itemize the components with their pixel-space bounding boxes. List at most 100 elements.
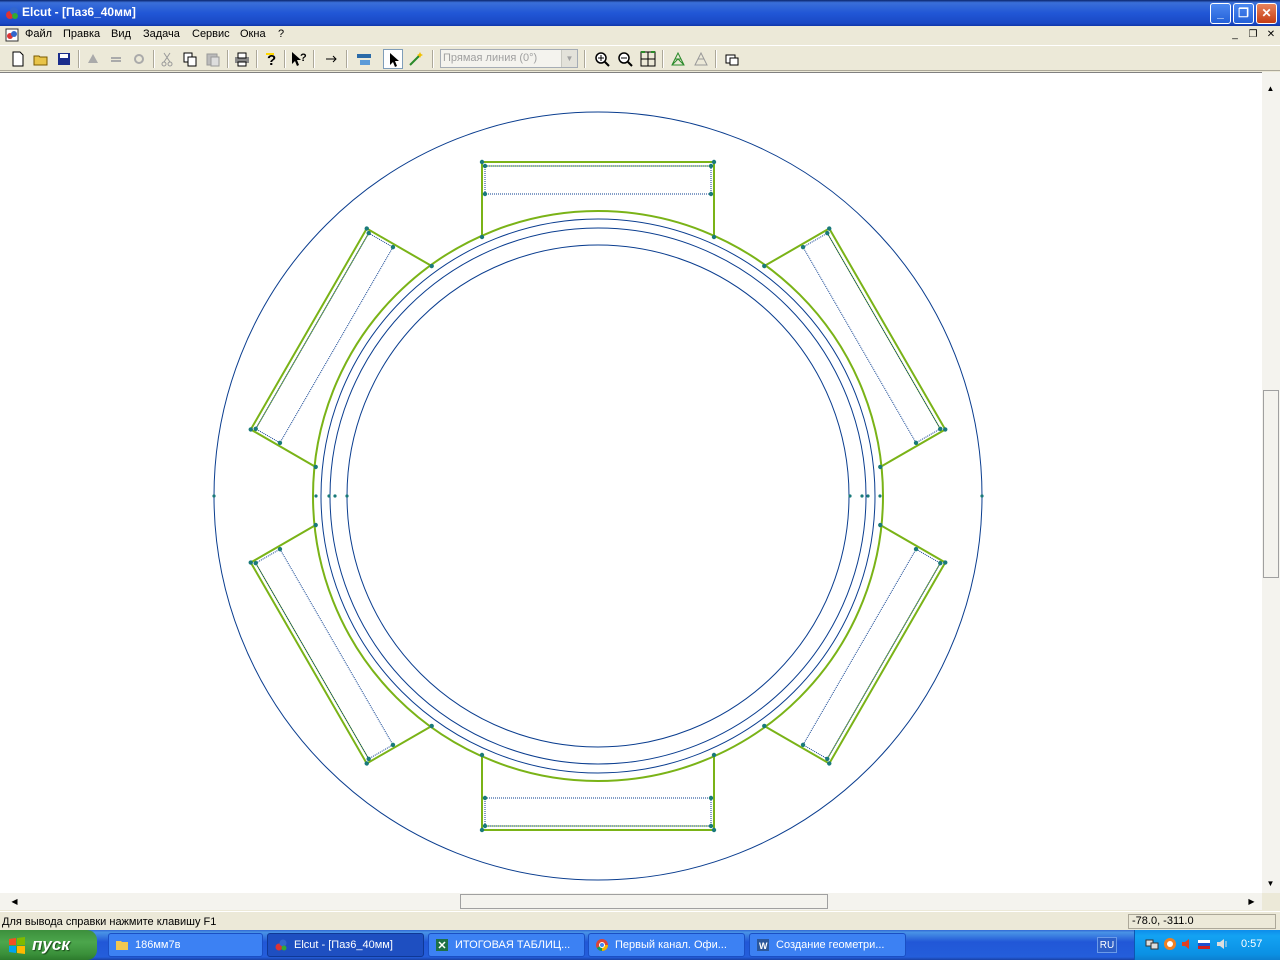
paste-icon[interactable] bbox=[203, 49, 223, 69]
slot-wall bbox=[763, 227, 947, 468]
vertex-point bbox=[479, 159, 485, 165]
word-icon: W bbox=[757, 939, 769, 951]
vertex-point bbox=[479, 752, 485, 758]
vertex-point bbox=[479, 827, 485, 833]
vertex-point bbox=[708, 191, 714, 197]
elcut-app-icon bbox=[6, 7, 18, 19]
task-elcut[interactable]: Elcut - [Паз6_40мм] bbox=[267, 933, 424, 957]
vertex-point bbox=[860, 494, 864, 498]
svg-text:W: W bbox=[759, 941, 768, 951]
clock: 0:57 bbox=[1241, 938, 1263, 950]
title-bar[interactable]: Elcut - [Паз6_40мм] _ ❐ ✕ bbox=[0, 0, 1280, 26]
zoom-out-icon[interactable] bbox=[615, 49, 635, 69]
start-button[interactable]: пуск bbox=[0, 930, 97, 960]
menu-edit[interactable]: Правка bbox=[63, 28, 100, 40]
arrow-icon[interactable] bbox=[322, 49, 342, 69]
task-folder[interactable]: 186мм7в bbox=[108, 933, 263, 957]
vertex-point bbox=[479, 234, 485, 240]
help-icon[interactable]: ? bbox=[261, 49, 281, 69]
copy-icon[interactable] bbox=[180, 49, 200, 69]
cursor-coordinates: -78.0, -311.0 bbox=[1128, 914, 1276, 929]
tool-b-icon[interactable] bbox=[106, 49, 126, 69]
slot-wall bbox=[481, 161, 715, 237]
close-button[interactable]: ✕ bbox=[1256, 3, 1277, 24]
open-icon[interactable] bbox=[31, 49, 51, 69]
excel-icon bbox=[436, 939, 448, 951]
menu-service[interactable]: Сервис bbox=[192, 28, 230, 40]
vertex-point bbox=[345, 494, 349, 498]
menu-view[interactable]: Вид bbox=[111, 28, 131, 40]
window-title: Elcut - [Паз6_40мм] bbox=[22, 5, 136, 19]
start-label: пуск bbox=[32, 935, 70, 954]
wand-icon[interactable] bbox=[406, 49, 426, 69]
save-icon[interactable] bbox=[54, 49, 74, 69]
scroll-up-icon[interactable]: ▲ bbox=[1262, 80, 1279, 97]
scroll-right-icon[interactable]: ▶ bbox=[1243, 893, 1260, 910]
status-bar: Для вывода справки нажмите клавишу F1 -7… bbox=[0, 911, 1280, 931]
maximize-button[interactable]: ❐ bbox=[1233, 3, 1254, 24]
doc-minimize-button[interactable]: _ bbox=[1227, 28, 1243, 42]
slot-wall bbox=[763, 524, 947, 765]
language-indicator[interactable]: RU bbox=[1097, 937, 1117, 953]
vertex-point bbox=[482, 191, 488, 197]
task-excel[interactable]: ИТОГОВАЯ ТАБЛИЦ... bbox=[428, 933, 585, 957]
select-icon[interactable] bbox=[383, 49, 403, 69]
coil-region bbox=[484, 165, 712, 195]
coil-region bbox=[802, 232, 941, 444]
vertex-point bbox=[212, 494, 216, 498]
task-word[interactable]: W Создание геометри... bbox=[749, 933, 906, 957]
chevron-down-icon[interactable]: ▼ bbox=[561, 50, 577, 67]
menu-file[interactable]: Файл bbox=[25, 28, 52, 40]
geometry-canvas[interactable] bbox=[0, 72, 1262, 893]
menu-task[interactable]: Задача bbox=[143, 28, 180, 40]
zoom-in-icon[interactable] bbox=[592, 49, 612, 69]
mesh-remove-icon[interactable] bbox=[691, 49, 711, 69]
geometry-drawing bbox=[212, 111, 984, 881]
line-type-value: Прямая линия (0°) bbox=[443, 52, 538, 64]
speaker-alert-icon[interactable] bbox=[1180, 937, 1194, 951]
network-icon[interactable] bbox=[1145, 937, 1159, 951]
russian-flag-icon[interactable] bbox=[1197, 937, 1211, 951]
window-icon[interactable] bbox=[722, 49, 742, 69]
elcut-icon bbox=[275, 939, 287, 951]
print-icon[interactable] bbox=[232, 49, 252, 69]
vertex-point bbox=[482, 823, 488, 829]
antivirus-icon[interactable] bbox=[1163, 937, 1177, 951]
task-chrome[interactable]: Первый канал. Офи... bbox=[588, 933, 745, 957]
volume-icon[interactable] bbox=[1215, 937, 1229, 951]
line-type-select[interactable]: Прямая линия (0°) ▼ bbox=[440, 49, 578, 68]
tool-a-icon[interactable] bbox=[83, 49, 103, 69]
menu-windows[interactable]: Окна bbox=[240, 28, 266, 40]
coil-region bbox=[802, 548, 941, 760]
slot-3 bbox=[762, 522, 948, 766]
horizontal-scroll-thumb[interactable] bbox=[460, 894, 828, 909]
vertex-point bbox=[708, 823, 714, 829]
doc-close-button[interactable]: ✕ bbox=[1263, 28, 1279, 42]
vertex-point bbox=[848, 494, 852, 498]
horizontal-scrollbar[interactable]: ◀ ▶ bbox=[0, 893, 1262, 910]
context-help-icon[interactable]: ? bbox=[289, 49, 309, 69]
vertical-scroll-thumb[interactable] bbox=[1263, 390, 1279, 578]
system-tray: 0:57 bbox=[1134, 930, 1280, 960]
scroll-left-icon[interactable]: ◀ bbox=[6, 893, 23, 910]
inner-circle-2 bbox=[320, 218, 876, 774]
chrome-icon bbox=[596, 939, 608, 952]
vertex-point bbox=[333, 494, 337, 498]
document-icon[interactable] bbox=[5, 28, 19, 42]
vertex-point bbox=[980, 494, 984, 498]
menu-help[interactable]: ? bbox=[278, 28, 284, 40]
vertical-scrollbar[interactable]: ▲ ▼ bbox=[1262, 72, 1280, 893]
zoom-fit-icon[interactable] bbox=[638, 49, 658, 69]
scroll-down-icon[interactable]: ▼ bbox=[1262, 875, 1279, 892]
doc-restore-button[interactable]: ❐ bbox=[1245, 28, 1261, 42]
vertex-point bbox=[711, 827, 717, 833]
inner-circle-4 bbox=[346, 244, 850, 748]
mesh-icon[interactable] bbox=[668, 49, 688, 69]
cut-icon[interactable] bbox=[157, 49, 177, 69]
tool-c-icon[interactable] bbox=[129, 49, 149, 69]
minimize-button[interactable]: _ bbox=[1210, 3, 1231, 24]
new-icon[interactable] bbox=[8, 49, 28, 69]
slot-wall bbox=[481, 755, 715, 831]
vertex-point bbox=[711, 159, 717, 165]
view-icon[interactable] bbox=[354, 49, 374, 69]
